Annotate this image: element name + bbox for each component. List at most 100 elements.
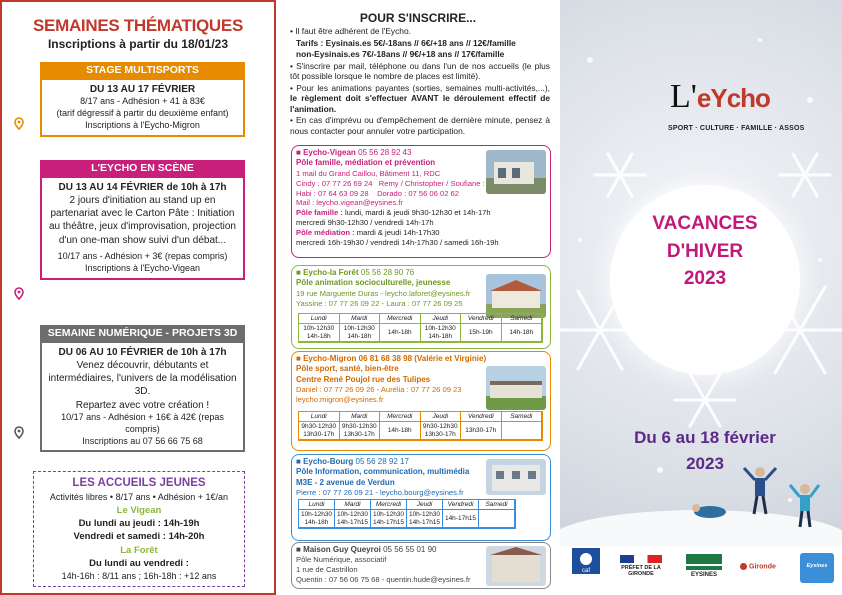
guy-head: Maison Guy Queyroi xyxy=(303,545,381,554)
logo-tagline: SPORT · CULTURE · FAMILLE · ASSOS xyxy=(668,125,805,132)
scene-band: L'EYCHO EN SCÈNE xyxy=(40,160,245,178)
guy-queyroi-card: ■ Maison Guy Queyroi 05 56 55 01 90 Pôle… xyxy=(291,542,551,589)
bourg-head: Eycho-Bourg xyxy=(303,457,354,466)
location-pin-icon xyxy=(14,426,24,440)
vigean-pm-hours: mardi & jeudi 14h-17h30 xyxy=(356,227,440,237)
schedule-day-header: Samedi xyxy=(501,412,542,423)
scene-dates: DU 13 AU 14 FÉVRIER de 10h à 17h xyxy=(58,181,227,193)
youth-activities: Activités libres • 8/17 ans • Adhésion +… xyxy=(49,492,229,503)
rule-cancel: En cas d'imprévu ou d'empêchement de der… xyxy=(290,115,551,136)
multisports-discount: (tarif dégressif à partir du deuxième en… xyxy=(56,107,229,118)
prefet-logo-text: PRÉFET DE LA GIRONDE xyxy=(621,565,661,577)
migron-building-photo xyxy=(486,366,546,410)
schedule-hours-cell: 14h-17h15 xyxy=(443,510,479,529)
holiday-title-line2: D'HIVER xyxy=(666,240,744,262)
caf-logo-text: caf xyxy=(582,568,590,574)
vigean-pf-label: Pôle famille : xyxy=(296,208,343,218)
schedule-hours-cell: 13h30-17h xyxy=(461,422,502,441)
vigean-label: Le Vigean xyxy=(116,504,162,516)
caf-logo-icon: caf xyxy=(572,548,600,574)
logo-name: eYcho xyxy=(696,83,771,113)
vigean-pf-hours-2: mercredi 9h30-12h30 / vendredi 14h-17h xyxy=(296,218,434,228)
multisports-price: 8/17 ans - Adhésion + 41 à 83€ xyxy=(80,96,205,107)
rule-payment-bold: le règlement doit s'effectuer AVANT le d… xyxy=(290,93,550,114)
schedule-day-header: Mardi xyxy=(339,314,380,325)
registration-date: Inscriptions à partir du 18/01/23 xyxy=(47,37,229,51)
vigean-card: ■ Eycho-Vigean 05 56 28 92 43 Pôle famil… xyxy=(291,145,551,258)
holiday-dates-range: Du 6 au 18 février xyxy=(634,428,776,447)
vigean-hours-2: Vendredi et samedi : 14h-20h xyxy=(73,531,205,543)
numeric-price: 10/17 ans - Adhésion + 16€ à 42€ (repas … xyxy=(61,411,224,434)
location-pin-icon xyxy=(14,287,24,301)
schedule-hours-cell: 10h-12h30 14h-17h15 xyxy=(407,510,443,529)
vigean-dorado: Dorado : 07 56 06 02 62 xyxy=(377,188,459,198)
foret-phone: 05 56 28 90 76 xyxy=(360,268,415,277)
vigean-cindy: Cindy : 07 77 26 69 24 xyxy=(296,178,373,188)
eysines-logo: EYSINES xyxy=(686,554,722,578)
scene-price: 10/17 ans - Adhésion + 3€ (repas compris… xyxy=(57,250,228,261)
foret-card: ■ Eycho-la Forêt 05 56 28 90 76 Pôle ani… xyxy=(291,265,551,349)
scene-description: 2 jours d'initiation au stand up en part… xyxy=(48,195,236,246)
schedule-hours-cell xyxy=(501,422,542,441)
vigean-pm-label: Pôle médiation : xyxy=(296,227,355,237)
schedule-hours-cell: 10h-12h30 14h-18h xyxy=(299,324,340,343)
schedule-day-header: Samedi xyxy=(501,314,542,325)
guy-building-photo xyxy=(486,546,546,586)
holiday-dates-year: 2023 xyxy=(686,453,724,473)
schedule-day-header: Jeudi xyxy=(420,412,461,423)
winter-holiday-cover: L'eYcho SPORT · CULTURE · FAMILLE · ASSO… xyxy=(560,0,842,595)
foret-building-photo xyxy=(486,274,546,318)
eysines-blue-logo: Eysines xyxy=(800,553,834,583)
schedule-hours-cell: 9h30-12h30 13h30-17h xyxy=(299,422,340,441)
schedule-hours-cell: 14h-18h xyxy=(501,324,542,343)
vigean-hours-1: Du lundi au jeudi : 14h-19h xyxy=(78,517,200,529)
gironde-logo: Gironde xyxy=(738,563,778,570)
schedule-hours-cell: 15h-19h xyxy=(461,324,502,343)
youth-centers-title: LES ACCUEILS JEUNES xyxy=(72,477,206,489)
multisports-box: STAGE MULTISPORTS DU 13 AU 17 FÉVRIER 8/… xyxy=(40,62,245,137)
youth-centers-box: LES ACCUEILS JEUNES Activités libres • 8… xyxy=(33,471,245,587)
numeric-description: Venez découvrir, débutants et intermédia… xyxy=(48,360,237,398)
bourg-building-photo xyxy=(486,459,546,495)
foret-schedule: Lundi Mardi Mercredi Jeudi Vendredi Samedi 10h… xyxy=(298,313,543,344)
schedule-day-header: Vendredi xyxy=(461,314,502,325)
brochure-page: SEMAINES THÉMATIQUES Inscriptions à part… xyxy=(0,0,842,595)
vigean-building-photo xyxy=(486,150,546,194)
thematic-weeks-title: SEMAINES THÉMATIQUES xyxy=(33,16,243,35)
schedule-day-header: Jeudi xyxy=(420,314,461,325)
schedule-day-header: Samedi xyxy=(479,500,515,511)
schedule-day-header: Vendredi xyxy=(461,412,502,423)
scene-place: Inscriptions à l'Eycho-Vigean xyxy=(84,262,201,273)
schedule-hours-cell: 14h-18h xyxy=(380,422,421,441)
foret-hours-2: 14h-16h : 8/11 ans ; 16h-18h : +12 ans xyxy=(61,571,217,582)
multisports-place: Inscriptions à l'Eycho-Migron xyxy=(85,119,200,130)
rates-non-eysines: non-Eysinais.es 7€/-18ans // 9€/+18 ans … xyxy=(296,49,505,59)
logo-prefix: L' xyxy=(670,78,697,115)
vigean-pf-hours: lundi, mardi & jeudi 9h30-12h30 et 14h-1… xyxy=(344,208,491,218)
schedule-day-header: Vendredi xyxy=(443,500,479,511)
register-title: POUR S'INSCRIRE... xyxy=(359,11,477,25)
schedule-day-header: Mardi xyxy=(339,412,380,423)
schedule-day-header: Mercredi xyxy=(380,314,421,325)
multisports-dates: DU 13 AU 17 FÉVRIER xyxy=(89,83,196,95)
schedule-day-header: Jeudi xyxy=(407,500,443,511)
rates-eysines: Tarifs : Eysinais.es 5€/-18ans // 6€/+18… xyxy=(296,37,516,48)
schedule-hours-cell: 9h30-12h30 13h30-17h xyxy=(420,422,461,441)
vigean-habi: Habi : 07 64 63 09 28 xyxy=(296,188,369,198)
schedule-hours-cell: 10h-12h30 14h-17h15 xyxy=(371,510,407,529)
scene-box: L'EYCHO EN SCÈNE DU 13 AU 14 FÉVRIER de … xyxy=(40,160,245,280)
numeric-band: SEMAINE NUMÉRIQUE - PROJETS 3D xyxy=(40,325,245,343)
vigean-mail[interactable]: Mail : leycho.vigean@eysines.fr xyxy=(296,198,546,208)
schedule-day-header: Mercredi xyxy=(371,500,407,511)
eysines-logo-text: EYSINES xyxy=(690,572,717,578)
schedule-hours-cell: 14h-18h xyxy=(380,324,421,343)
foret-hours-1: Du lundi au vendredi : xyxy=(89,557,189,569)
schedule-hours-cell xyxy=(479,510,515,529)
rule-payment: Pour les animations payantes (sorties, s… xyxy=(296,82,550,93)
schedule-hours-cell: 10h-12h30 14h-18h xyxy=(299,510,335,529)
schedule-day-header: Lundi xyxy=(299,500,335,511)
numeric-cta: Repartez avec votre création ! xyxy=(75,399,210,411)
numeric-place: Inscriptions au 07 56 66 75 68 xyxy=(82,435,203,446)
multisports-band: STAGE MULTISPORTS xyxy=(40,62,245,80)
migron-card: ■ Eycho-Migron 06 81 68 38 98 (Valérie e… xyxy=(291,351,551,451)
